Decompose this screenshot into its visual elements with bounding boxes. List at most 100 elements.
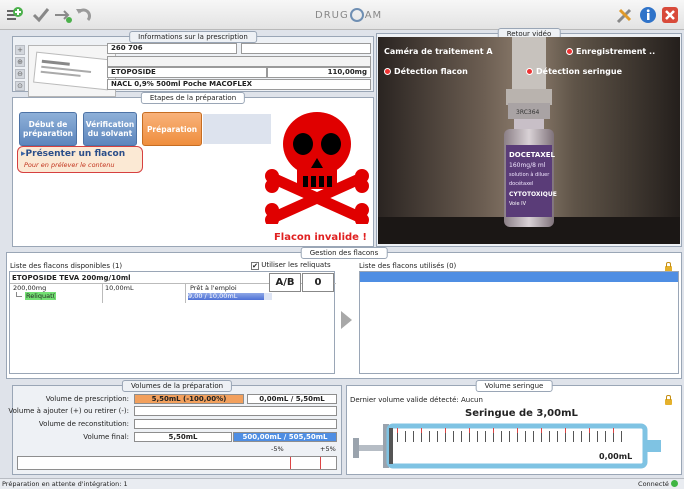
reliquat-row[interactable]: Reliquat( 9,00 / 10,00mL — [10, 292, 336, 302]
steps-panel: Etapes de la préparation Début de prépar… — [12, 92, 374, 247]
brand-logo-icon — [349, 8, 364, 22]
flacon-name[interactable]: ETOPOSIDE TEVA 200mg/10ml — [12, 274, 131, 282]
vial-detection-label: Détection flacon — [394, 67, 468, 76]
use-remainders-checkbox[interactable]: ✔ — [251, 262, 259, 270]
prescription-empty-field — [107, 56, 371, 67]
final-volume-ratio: 500,00mL / 505,50mL — [233, 432, 337, 442]
tree-branch-icon — [16, 292, 22, 297]
used-list-title: Liste des flacons utilisés (0) — [359, 262, 457, 270]
connected-icon — [671, 480, 678, 487]
syringe-panel: Volume seringue Dernier volume valide dé… — [346, 380, 682, 475]
tolerance-marker-max — [320, 457, 321, 469]
rx-zoom-reset-icon[interactable]: ⊙ — [15, 81, 25, 91]
camera-name: Caméra de traitement A — [384, 47, 493, 56]
flacons-panel: Gestion des flacons Liste des flacons di… — [6, 247, 682, 379]
video-feed: 3RC364 DOCETAXEL 160mg/8 ml solution à d… — [378, 37, 680, 244]
vial-label-line-2: 160mg/8 ml — [509, 162, 546, 169]
undo-icon[interactable] — [74, 6, 92, 24]
vial-label-line-4: docétaxel — [509, 180, 533, 187]
reconstitution-volume-input[interactable] — [134, 419, 337, 429]
connection-status: Connecté — [638, 479, 678, 489]
brand-text: DRUG — [315, 10, 349, 21]
prescription-dose-field: 110,00mg — [267, 67, 371, 78]
use-remainders-label: Utiliser les reliquats — [261, 261, 331, 269]
prescription-label-image — [28, 45, 116, 97]
tolerance-plus-label: +5% — [320, 445, 336, 453]
use-remainders-option[interactable]: ✔ Utiliser les reliquats — [251, 261, 331, 270]
validate-check-icon[interactable] — [32, 6, 50, 24]
reliquat-bar: 9,00 / 10,00mL — [188, 292, 272, 300]
next-step-icon[interactable] — [54, 6, 72, 24]
step-solvent-check[interactable]: Vérification du solvant — [83, 112, 137, 146]
syringe-name: Seringue de 3,00mL — [465, 408, 578, 419]
tolerance-marker-min — [290, 457, 291, 469]
tolerance-minus-label: -5% — [271, 445, 284, 453]
cap-label: 3RC364 — [516, 109, 540, 116]
add-preparation-icon[interactable] — [6, 6, 24, 24]
tolerance-gauge — [17, 456, 337, 470]
invalid-vial-alert: Flacon invalide ! — [273, 232, 367, 243]
adjust-volume-label: Volume à ajouter (+) ou retirer (-): — [8, 407, 129, 415]
instruction-text: ▸Présenter un flacon — [21, 149, 125, 159]
final-volume-value: 5,50mL — [134, 432, 232, 442]
rx-zoom-in-icon[interactable]: ⊕ — [15, 57, 25, 67]
rx-expand-icon[interactable]: + — [15, 45, 25, 55]
danger-skull-icon — [263, 106, 371, 227]
adjust-volume-input[interactable] — [134, 406, 337, 416]
used-table-header — [360, 272, 678, 282]
flacons-panel-title: Gestion des flacons — [300, 247, 388, 259]
prescription-volume-label: Volume de prescription: — [45, 395, 129, 403]
volumes-panel: Volumes de la préparation Volume de pres… — [8, 380, 342, 475]
final-volume-label: Volume final: — [83, 433, 129, 441]
move-to-used-arrow-icon[interactable] — [341, 311, 352, 329]
vial-detection-icon — [384, 68, 391, 75]
flacon-status: Prêt à l'emploi — [190, 284, 237, 292]
toolbar: DRUG AM — [0, 0, 684, 30]
rx-zoom-out-icon[interactable]: ⊖ — [15, 69, 25, 79]
vial-label-line-6: Voie IV — [509, 201, 527, 207]
info-icon[interactable] — [639, 6, 657, 24]
flacon-dose: 200,00mg — [13, 284, 47, 292]
reliquat-label-text: Reliquat — [26, 292, 53, 300]
last-detected-volume: Dernier volume valide détecté: Aucun — [350, 396, 483, 404]
reconstitution-volume-label: Volume de reconstitution: — [38, 420, 129, 428]
steps-panel-title: Etapes de la préparation — [140, 92, 246, 104]
flacon-volume: 10,00mL — [105, 284, 134, 292]
used-flacons-table — [359, 271, 679, 374]
steps-track — [203, 114, 271, 144]
tools-icon[interactable] — [616, 6, 634, 24]
prescription-number-field: 260 706 — [107, 43, 237, 54]
close-icon[interactable] — [661, 6, 679, 24]
syringe-volume-value: 0,00mL — [599, 452, 633, 461]
syringe-detection-label: Détection seringue — [536, 67, 623, 76]
step-preparation[interactable]: Préparation — [142, 112, 202, 146]
recording-label: Enregistrement .. — [576, 47, 656, 56]
step-start[interactable]: Début de préparation — [19, 112, 77, 146]
volumes-panel-title: Volumes de la préparation — [121, 380, 233, 392]
prescription-extra-field — [241, 43, 371, 54]
recording-indicator: Enregistrement .. — [566, 47, 655, 56]
prescription-container-field: NACL 0,9% 500ml Poche MACOFLEX — [107, 79, 371, 90]
reliquat-label: Reliquat( — [25, 292, 57, 300]
reliquat-value: 9,00 / 10,00mL — [188, 292, 238, 300]
available-list-title: Liste des flacons disponibles (1) — [10, 262, 123, 270]
syringe-lock-icon[interactable] — [665, 395, 672, 405]
prescription-panel: Informations sur la prescription + ⊕ ⊖ ⊙… — [12, 31, 374, 97]
connection-label: Connecté — [638, 480, 669, 488]
prescription-panel-title: Informations sur la prescription — [129, 31, 257, 43]
vial-detection-indicator: Détection flacon — [384, 67, 468, 76]
syringe-detection-icon — [526, 68, 533, 75]
vial-label-line-1: DOCETAXEL — [509, 151, 556, 159]
syringe-scale-major — [397, 428, 629, 433]
brand-suffix: AM — [364, 10, 383, 21]
instruction-label: Présenter un flacon — [25, 149, 126, 159]
syringe-panel-title: Volume seringue — [475, 380, 553, 392]
status-pending: Préparation en attente d'intégration: 1 — [2, 480, 128, 488]
instruction-box: ▸Présenter un flacon Pour en prélever le… — [17, 146, 143, 173]
status-bar: Préparation en attente d'intégration: 1 … — [0, 478, 684, 489]
prescription-volume-ratio: 0,00mL / 5,50mL — [247, 394, 337, 404]
brand-logo: DRUG AM — [315, 8, 382, 22]
prescription-drug-field: ETOPOSIDE — [107, 67, 267, 78]
vial-label-line-5: CYTOTOXIQUE — [509, 191, 557, 198]
instruction-subtext: Pour en prélever le contenu — [24, 161, 115, 169]
